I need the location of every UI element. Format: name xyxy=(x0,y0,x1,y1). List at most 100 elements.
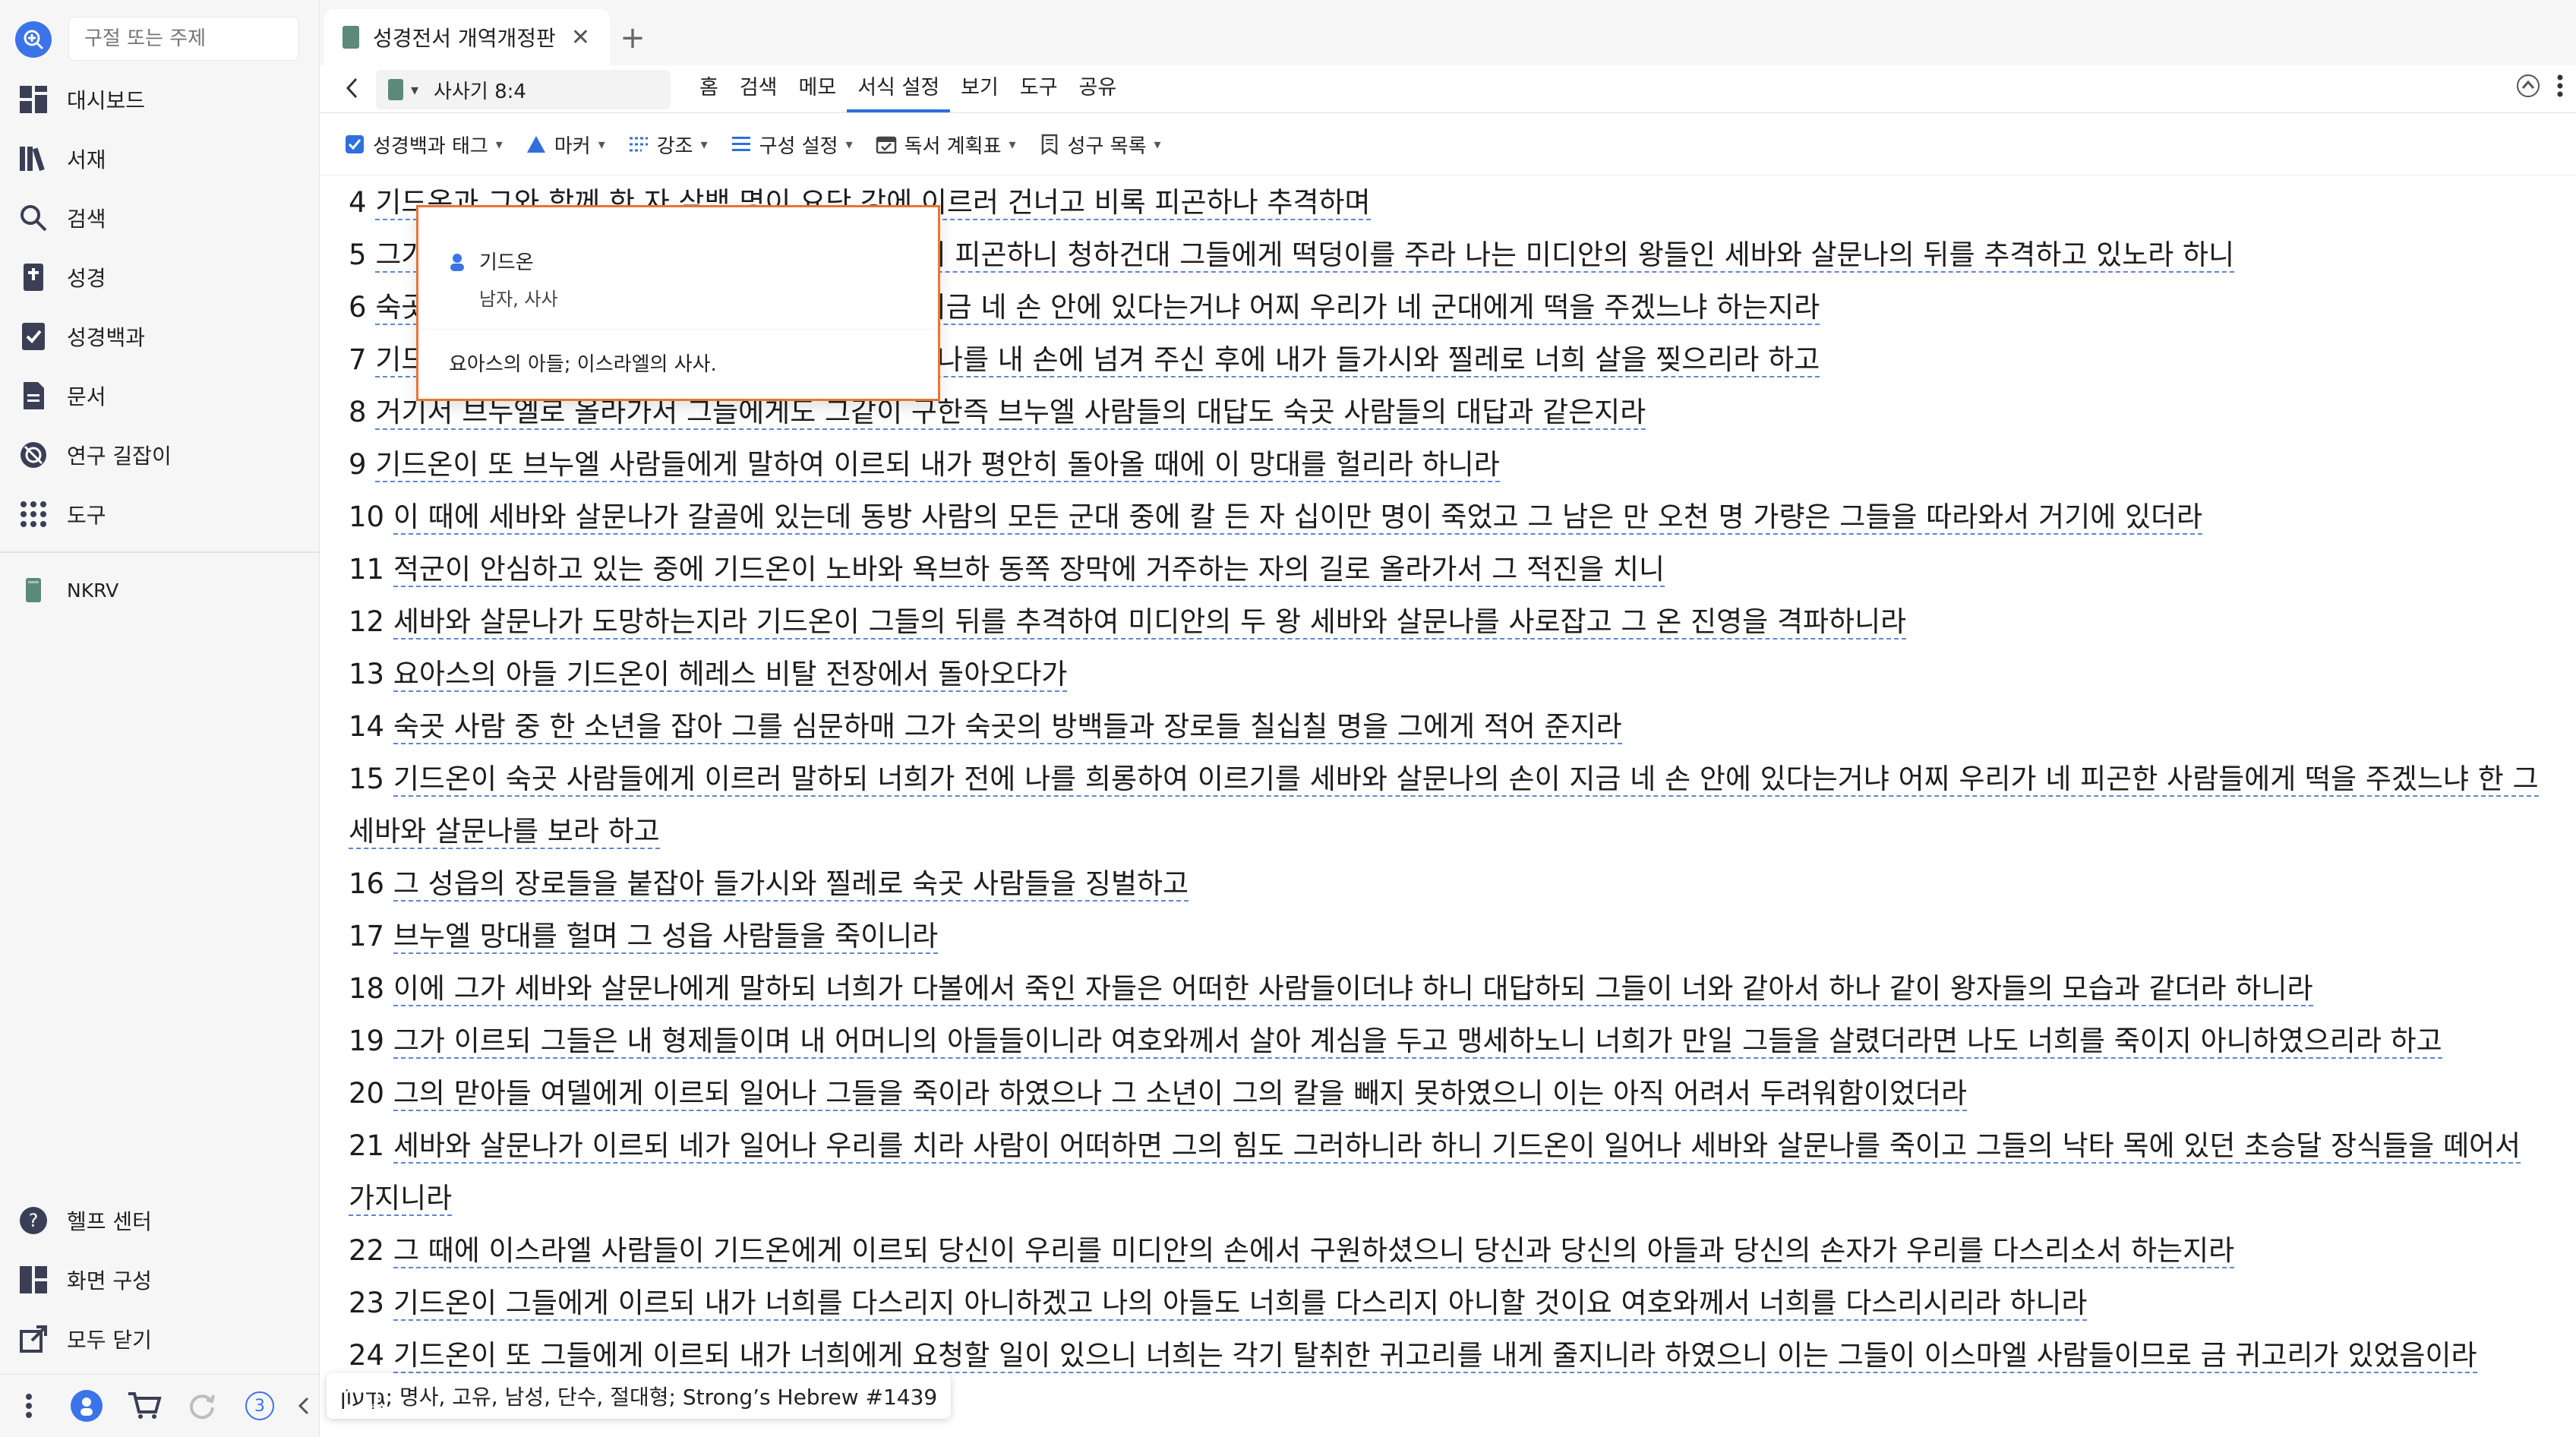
sidebar-search-input[interactable] xyxy=(68,17,299,61)
verse-number[interactable]: 21 xyxy=(349,1129,384,1162)
verse-number[interactable]: 12 xyxy=(349,605,384,638)
collapse-sidebar-icon[interactable] xyxy=(289,1375,319,1437)
verse-text[interactable]: 요아스의 아들 기드온이 헤레스 비탈 전장에서 돌아오다가 xyxy=(393,658,1068,692)
user-account-icon[interactable] xyxy=(58,1375,115,1437)
tab-document[interactable]: 성경전서 개역개정판 ✕ xyxy=(324,9,610,65)
verse-number[interactable]: 20 xyxy=(349,1077,384,1110)
menu-format[interactable]: 서식 설정 xyxy=(847,65,951,112)
verse-text[interactable]: 이 때에 세바와 살문나가 갈골에 있는데 동방 사람의 모든 군대 중에 칼 … xyxy=(393,501,2203,535)
verse-number[interactable]: 18 xyxy=(349,972,384,1005)
sidebar-item-dashboard[interactable]: 대시보드 xyxy=(0,70,319,129)
verse-number[interactable]: 24 xyxy=(349,1339,384,1372)
verse-row[interactable]: 9 기드온이 또 브누엘 사람들에게 말하여 이르되 내가 평안히 돌아올 때에… xyxy=(349,438,2553,491)
verse-number[interactable]: 16 xyxy=(349,867,384,900)
verse-text[interactable]: 적군이 안심하고 있는 중에 기드온이 노바와 욕브하 동쪽 장막에 거주하는 … xyxy=(393,553,1665,587)
sidebar-item-layout[interactable]: 화면 구성 xyxy=(0,1250,319,1309)
sidebar-item-documents[interactable]: 문서 xyxy=(0,366,319,425)
verse-number[interactable]: 17 xyxy=(349,920,384,952)
app-logo-icon[interactable] xyxy=(15,21,52,58)
sync-icon[interactable] xyxy=(173,1375,231,1437)
verse-number[interactable]: 9 xyxy=(349,448,367,481)
verse-row[interactable]: 20 그의 맏아들 여델에게 이르되 일어나 그들을 죽이라 하였으나 그 소년… xyxy=(349,1067,2553,1120)
entity-popup[interactable]: 기드온 남자, 사사 요아스의 아들; 이스라엘의 사사. xyxy=(416,205,940,401)
verse-row[interactable]: 16 그 성읍의 장로들을 붙잡아 들가시와 찔레로 숙곳 사람들을 징벌하고 xyxy=(349,857,2553,910)
search-icon xyxy=(17,201,50,235)
sidebar-item-tools[interactable]: 도구 xyxy=(0,485,319,544)
verse-text[interactable]: 기드온이 그들에게 이르되 내가 너희를 다스리지 아니하겠고 나의 아들도 너… xyxy=(393,1287,2088,1321)
sidebar-item-study-guide[interactable]: 연구 길잡이 xyxy=(0,425,319,485)
verse-list-button[interactable]: 성구 목록 ▾ xyxy=(1031,125,1169,164)
verse-row[interactable]: 22 그 때에 이스라엘 사람들이 기드온에게 이르되 당신이 우리를 미디안의… xyxy=(349,1224,2553,1277)
verse-row[interactable]: 21 세바와 살문나가 이르되 네가 일어나 우리를 치라 사람이 어떠하면 그… xyxy=(349,1120,2553,1224)
verse-number[interactable]: 22 xyxy=(349,1234,384,1267)
menu-home[interactable]: 홈 xyxy=(689,65,729,112)
verse-text[interactable]: 이에 그가 세바와 살문나에게 말하되 너희가 다볼에서 죽인 자들은 어떠한 … xyxy=(393,972,2313,1006)
verse-row[interactable]: 12 세바와 살문나가 도망하는지라 기드온이 그들의 뒤를 추격하여 미디안의… xyxy=(349,595,2553,648)
menu-search[interactable]: 검색 xyxy=(729,65,788,112)
verse-number[interactable]: 7 xyxy=(349,343,367,376)
verse-number[interactable]: 5 xyxy=(349,238,367,271)
verse-text[interactable]: 그의 맏아들 여델에게 이르되 일어나 그들을 죽이라 하였으나 그 소년이 그… xyxy=(393,1077,1967,1111)
verse-text[interactable]: 기드온이 또 브누엘 사람들에게 말하여 이르되 내가 평안히 돌아올 때에 이… xyxy=(375,448,1500,482)
notification-badge[interactable]: 3 xyxy=(231,1375,289,1437)
verse-row[interactable]: 14 숙곳 사람 중 한 소년을 잡아 그를 심문하매 그가 숙곳의 방백들과 … xyxy=(349,700,2553,753)
marker-button[interactable]: 마커 ▾ xyxy=(518,125,613,164)
verse-row[interactable]: 19 그가 이르되 그들은 내 형제들이며 내 어머니의 아들들이니라 여호와께… xyxy=(349,1015,2553,1067)
sidebar-item-label: 성경백과 xyxy=(67,325,146,350)
collapse-ribbon-icon[interactable] xyxy=(2515,73,2541,102)
verse-row[interactable]: 13 요아스의 아들 기드온이 헤레스 비탈 전장에서 돌아오다가 xyxy=(349,648,2553,700)
verse-text[interactable]: 숙곳 사람 중 한 소년을 잡아 그를 심문하매 그가 숙곳의 방백들과 장로들… xyxy=(393,710,1622,744)
menu-view[interactable]: 보기 xyxy=(950,65,1009,112)
verse-number[interactable]: 15 xyxy=(349,763,384,795)
menu-tools[interactable]: 도구 xyxy=(1009,65,1069,112)
verse-number[interactable]: 10 xyxy=(349,501,384,533)
chevron-down-icon[interactable]: ▾ xyxy=(411,81,418,99)
new-tab-button[interactable]: + xyxy=(611,17,654,59)
sidebar-item-close-all[interactable]: 모두 닫기 xyxy=(0,1309,319,1369)
verse-text[interactable]: 그 때에 이스라엘 사람들이 기드온에게 이르되 당신이 우리를 미디안의 손에… xyxy=(393,1234,2235,1268)
menu-notes[interactable]: 메모 xyxy=(788,65,848,112)
verse-number[interactable]: 4 xyxy=(349,186,367,219)
more-options-icon[interactable] xyxy=(2556,73,2564,102)
shopping-cart-icon[interactable] xyxy=(115,1375,173,1437)
more-vertical-icon[interactable] xyxy=(0,1375,58,1437)
verse-text[interactable]: 세바와 살문나가 이르되 네가 일어나 우리를 치라 사람이 어떠하면 그의 힘… xyxy=(349,1129,2521,1216)
verse-number[interactable]: 14 xyxy=(349,710,384,743)
verse-row[interactable]: 17 브누엘 망대를 헐며 그 성읍 사람들을 죽이니라 xyxy=(349,910,2553,962)
verse-number[interactable]: 8 xyxy=(349,396,367,428)
verse-row[interactable]: 15 기드온이 숙곳 사람들에게 이르러 말하되 너희가 전에 나를 희롱하여 … xyxy=(349,753,2553,857)
toolbar-label: 구성 설정 xyxy=(759,134,838,158)
encyclopedia-tags-button[interactable]: 성경백과 태그 ▾ xyxy=(336,125,510,164)
close-tab-icon[interactable]: ✕ xyxy=(571,24,590,51)
verse-text[interactable]: 기드온이 또 그들에게 이르되 내가 너희에게 요청할 일이 있으니 너희는 각… xyxy=(393,1339,2477,1373)
verse-text[interactable]: 세바와 살문나가 도망하는지라 기드온이 그들의 뒤를 추격하여 미디안의 두 … xyxy=(393,605,1907,640)
verse-number[interactable]: 23 xyxy=(349,1287,384,1319)
reading-plan-button[interactable]: 독서 계획표 ▾ xyxy=(868,125,1024,164)
reference-box[interactable]: ▾ 사사기 8:4 xyxy=(376,70,671,109)
reference-input[interactable]: 사사기 8:4 xyxy=(434,76,526,104)
sidebar-item-help[interactable]: ? 헬프 센터 xyxy=(0,1191,319,1250)
verse-text[interactable]: 브누엘 망대를 헐며 그 성읍 사람들을 죽이니라 xyxy=(393,920,939,954)
sidebar-item-encyclopedia[interactable]: 성경백과 xyxy=(0,307,319,366)
sidebar-item-search[interactable]: 검색 xyxy=(0,188,319,248)
popup-entity-name[interactable]: 기드온 xyxy=(479,247,558,275)
back-button[interactable] xyxy=(336,73,367,103)
verse-row[interactable]: 23 기드온이 그들에게 이르되 내가 너희를 다스리지 아니하겠고 나의 아들… xyxy=(349,1277,2553,1329)
layout-icon xyxy=(17,1263,50,1296)
verse-row[interactable]: 18 이에 그가 세바와 살문나에게 말하되 너희가 다볼에서 죽인 자들은 어… xyxy=(349,962,2553,1015)
sidebar-item-library[interactable]: 서재 xyxy=(0,129,319,188)
verse-text[interactable]: 기드온이 숙곳 사람들에게 이르러 말하되 너희가 전에 나를 희롱하여 이르기… xyxy=(349,763,2539,849)
verse-number[interactable]: 13 xyxy=(349,658,384,690)
verse-row[interactable]: 10 이 때에 세바와 살문나가 갈골에 있는데 동방 사람의 모든 군대 중에… xyxy=(349,491,2553,543)
layout-settings-button[interactable]: 구성 설정 ▾ xyxy=(723,125,860,164)
sidebar-item-nkrv[interactable]: NKRV xyxy=(0,561,319,620)
sidebar-item-bible[interactable]: 성경 xyxy=(0,248,319,307)
verse-number[interactable]: 11 xyxy=(349,553,384,586)
verse-number[interactable]: 19 xyxy=(349,1025,384,1057)
verse-row[interactable]: 11 적군이 안심하고 있는 중에 기드온이 노바와 욕브하 동쪽 장막에 거주… xyxy=(349,543,2553,595)
verse-number[interactable]: 6 xyxy=(349,291,367,324)
verse-text[interactable]: 그가 이르되 그들은 내 형제들이며 내 어머니의 아들들이니라 여호와께서 살… xyxy=(393,1025,2442,1059)
verse-text[interactable]: 그 성읍의 장로들을 붙잡아 들가시와 찔레로 숙곳 사람들을 징벌하고 xyxy=(393,867,1189,902)
emphasis-button[interactable]: 강조 ▾ xyxy=(620,125,715,164)
menu-share[interactable]: 공유 xyxy=(1069,65,1128,112)
